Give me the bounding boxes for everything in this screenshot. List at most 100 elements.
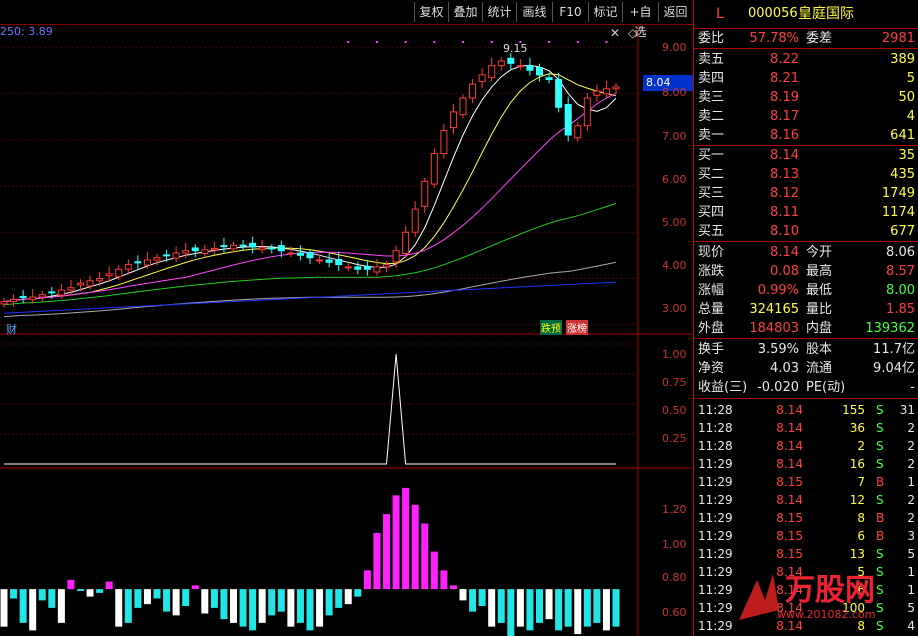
candle-body — [296, 252, 304, 256]
indicator2-bar — [583, 589, 591, 627]
divider — [694, 241, 918, 242]
ask-row[interactable]: 卖一 8.16 641 — [694, 127, 918, 145]
ask-row[interactable]: 卖四 8.21 5 — [694, 70, 918, 88]
indicator2-bar — [602, 589, 610, 631]
stat-label: 最高 — [806, 264, 833, 279]
tick-volume: 8 — [857, 619, 865, 633]
divider — [694, 338, 918, 339]
candle-body — [344, 266, 352, 269]
tick-row: 11:28 8.14 2 S 2 — [694, 437, 918, 455]
finance-label[interactable]: 财 — [6, 321, 17, 337]
stat-row: 涨幅 0.99% 最低 8.00 — [694, 282, 918, 300]
bid-row[interactable]: 买四 8.11 1174 — [694, 204, 918, 222]
indicator2-bar — [497, 589, 505, 623]
candle-body — [268, 247, 276, 250]
f10-button[interactable]: F10 — [552, 2, 588, 22]
close-icon[interactable]: ✕ — [610, 26, 620, 40]
bid-label: 买四 — [698, 205, 725, 220]
indicator2-bar — [191, 585, 199, 590]
indicator1-polyline — [4, 353, 616, 465]
candle-body — [478, 74, 486, 82]
settings-icon[interactable]: ◇ — [628, 26, 637, 40]
candle-body — [77, 282, 84, 286]
tick-time: 11:28 — [698, 403, 733, 417]
tick-volume: 7 — [857, 475, 865, 489]
tick-side: S — [876, 439, 884, 453]
statistics-button[interactable]: 统计 — [482, 2, 516, 22]
grid-lines — [0, 46, 638, 435]
stat-label: 总量 — [698, 302, 725, 317]
candle-body — [249, 242, 257, 248]
restore-rights-button[interactable]: 复权 — [414, 2, 448, 22]
candle-body — [488, 65, 496, 79]
draw-line-button[interactable]: 画线 — [516, 2, 552, 22]
ask-volume: 4 — [906, 109, 915, 124]
bid-row[interactable]: 买二 8.13 435 — [694, 166, 918, 184]
chart-toolbar: 复权 叠加 统计 画线 F10 标记 +自选 返回 — [0, 0, 692, 39]
stat-value: 8.00 — [886, 283, 915, 298]
tick-row: 11:29 8.14 8 S 4 — [694, 617, 918, 635]
y-tick: 1.00 — [662, 348, 687, 361]
tick-side: S — [876, 493, 884, 507]
candle-body — [325, 259, 333, 263]
tick-count: 5 — [907, 547, 915, 561]
candle-body — [440, 129, 448, 155]
indicator2-bar — [163, 589, 171, 612]
ask-row[interactable]: 卖三 8.19 50 — [694, 89, 918, 107]
add-watchlist-button[interactable]: +自选 — [622, 2, 658, 39]
y-tick: 1.00 — [662, 538, 687, 551]
y-tick: 8.00 — [662, 86, 687, 99]
y-tick: 4.00 — [662, 259, 687, 272]
ask-row[interactable]: 卖五 8.22 389 — [694, 51, 918, 69]
tick-price: 8.15 — [776, 511, 803, 525]
tick-time: 11:29 — [698, 457, 733, 471]
stat-label: 量比 — [806, 302, 833, 317]
candle-body — [545, 77, 553, 81]
signal-dot — [490, 41, 493, 43]
mark-button[interactable]: 标记 — [588, 2, 622, 22]
indicator2-bar — [545, 589, 553, 620]
tick-count: 2 — [907, 421, 915, 435]
ask-row[interactable]: 卖二 8.17 4 — [694, 108, 918, 126]
weicha-value: 2981 — [881, 31, 915, 46]
tick-price: 8.14 — [776, 583, 803, 597]
indicator2-bar — [354, 589, 362, 597]
ask-volume: 5 — [906, 71, 915, 86]
tick-volume: 16 — [849, 457, 865, 471]
tick-time: 11:29 — [698, 583, 733, 597]
back-button[interactable]: 返回 — [658, 2, 692, 22]
candle-body — [134, 261, 142, 264]
overlay-button[interactable]: 叠加 — [448, 2, 482, 22]
y-tick: 6.00 — [662, 173, 687, 186]
ma20-line — [3, 92, 617, 303]
tick-count: 2 — [907, 493, 915, 507]
stat-value: 9.04亿 — [873, 361, 915, 376]
candle-body — [277, 245, 285, 252]
candle-body — [96, 277, 104, 282]
tick-time: 11:29 — [698, 601, 733, 615]
stat-label: 净资 — [698, 361, 725, 376]
tick-volume: 155 — [842, 403, 865, 417]
tick-side: S — [876, 421, 884, 435]
tick-time: 11:29 — [698, 619, 733, 633]
ma250-line — [3, 281, 617, 314]
bid-row[interactable]: 买五 8.10 677 — [694, 223, 918, 241]
candle-body — [306, 252, 314, 259]
indicator2-bar — [421, 523, 429, 590]
badge-fall-forecast[interactable]: 跌预 — [540, 320, 562, 335]
indicator2-bar — [430, 551, 438, 590]
bid-row[interactable]: 买三 8.12 1749 — [694, 185, 918, 203]
indicator2-bar — [296, 589, 304, 623]
indicator2-bar — [105, 581, 113, 590]
tick-price: 8.14 — [776, 493, 803, 507]
ask-label: 卖三 — [698, 90, 725, 105]
badge-gainers-list[interactable]: 涨榜 — [566, 320, 588, 335]
indicator2-bar — [67, 579, 75, 590]
tick-count: 31 — [899, 403, 915, 417]
tick-count: 2 — [907, 511, 915, 525]
tick-row: 11:29 8.14 6 S 1 — [694, 581, 918, 599]
bid-price: 8.14 — [770, 148, 799, 163]
candle-body — [516, 65, 524, 68]
bid-row[interactable]: 买一 8.14 35 — [694, 147, 918, 165]
candle-body — [48, 291, 56, 294]
